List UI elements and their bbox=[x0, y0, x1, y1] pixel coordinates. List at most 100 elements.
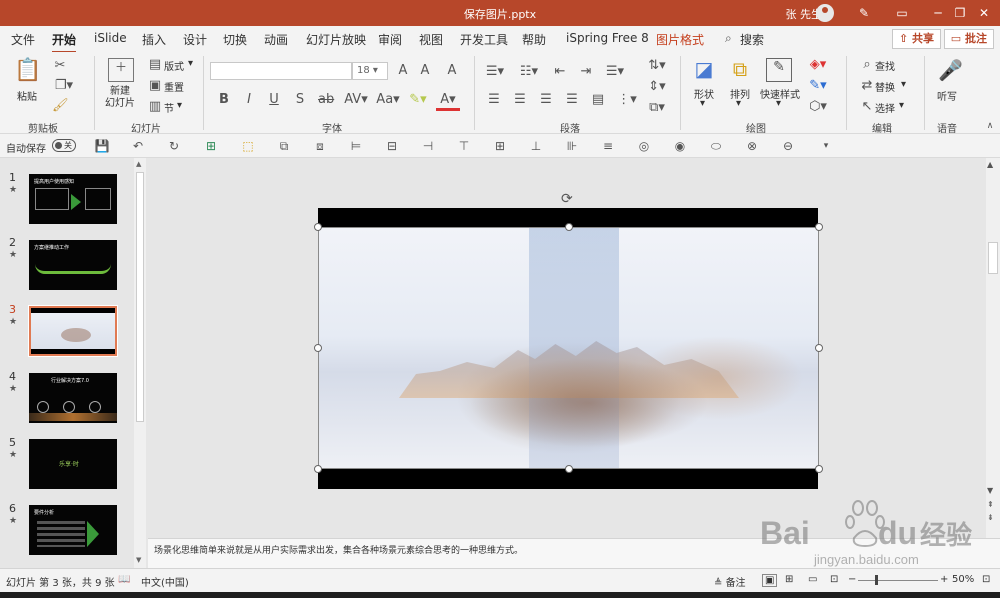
zoom-level[interactable]: 50% bbox=[952, 574, 974, 585]
new-slide-label[interactable]: 新建 幻灯片 bbox=[101, 86, 139, 110]
zoom-slider-thumb[interactable] bbox=[875, 575, 878, 585]
scroll-down-icon[interactable]: ▼ bbox=[987, 486, 993, 495]
columns-icon[interactable]: ⋮▾ bbox=[616, 92, 638, 108]
shadow-icon[interactable]: S bbox=[294, 92, 306, 108]
resize-handle-left[interactable] bbox=[314, 344, 322, 352]
merge-union-icon[interactable]: ◎ bbox=[636, 138, 652, 154]
tab-animations[interactable]: 动画 bbox=[264, 31, 288, 48]
tab-insert[interactable]: 插入 bbox=[142, 31, 166, 48]
tab-review[interactable]: 审阅 bbox=[378, 31, 402, 48]
align-right-objects-icon[interactable]: ⊣ bbox=[420, 138, 436, 154]
replace-dropdown-icon[interactable]: ▾ bbox=[901, 79, 906, 90]
distribute-horizontal-icon[interactable]: ⊪ bbox=[564, 138, 580, 154]
underline-icon[interactable]: U bbox=[268, 92, 280, 108]
tab-help[interactable]: 帮助 bbox=[522, 31, 546, 48]
quick-styles-dropdown-icon[interactable]: ▾ bbox=[776, 98, 781, 109]
justify-icon[interactable]: ☰ bbox=[564, 92, 580, 108]
align-top-icon[interactable]: ⊤ bbox=[456, 138, 472, 154]
reset-label[interactable]: 重置 bbox=[164, 79, 184, 94]
ruler-icon[interactable]: ⊞ bbox=[203, 138, 219, 154]
tab-design[interactable]: 设计 bbox=[183, 31, 207, 48]
slide-sorter-view-icon[interactable]: ⊞ bbox=[785, 574, 793, 585]
selected-picture[interactable] bbox=[318, 227, 819, 469]
shrink-font-icon[interactable]: A bbox=[418, 63, 432, 79]
undo-icon[interactable]: ↶ bbox=[130, 138, 146, 154]
autosave-toggle[interactable]: 关 bbox=[52, 139, 76, 152]
increase-indent-icon[interactable]: ⇥ bbox=[578, 64, 594, 80]
notes-toggle[interactable]: ≜ 备注 bbox=[714, 574, 746, 589]
resize-handle-top[interactable] bbox=[565, 223, 573, 231]
customize-qat-icon[interactable]: ▾ bbox=[818, 138, 834, 154]
tab-home[interactable]: 开始 bbox=[52, 31, 77, 53]
zoom-out-icon[interactable]: − bbox=[848, 574, 856, 585]
clear-formatting-icon[interactable]: A bbox=[445, 63, 459, 79]
align-text-icon[interactable]: ⇕▾ bbox=[646, 79, 668, 95]
find-label[interactable]: 查找 bbox=[875, 58, 895, 73]
avatar[interactable] bbox=[816, 4, 834, 22]
slide-thumbnail-4[interactable]: 行业解决方案7.0 bbox=[29, 373, 117, 423]
crop-icon[interactable]: ⬚ bbox=[240, 138, 256, 154]
section-dropdown-icon[interactable]: ▾ bbox=[177, 100, 182, 111]
smartart-icon[interactable]: ⧉▾ bbox=[646, 100, 668, 116]
paste-icon[interactable]: 📋 bbox=[14, 58, 42, 86]
tab-picture-format[interactable]: 图片格式 bbox=[656, 31, 704, 48]
shapes-icon[interactable]: ◪ bbox=[692, 58, 716, 82]
pen-icon[interactable]: ✎ bbox=[854, 4, 874, 22]
minimize-icon[interactable]: ─ bbox=[928, 4, 948, 22]
collapse-ribbon-icon[interactable]: ∧ bbox=[984, 118, 996, 134]
next-slide-icon[interactable]: ⇟ bbox=[987, 513, 994, 522]
fit-slide-icon[interactable]: ⊡ bbox=[982, 574, 990, 585]
section-icon[interactable]: ▥ bbox=[148, 99, 162, 115]
align-bottom-icon[interactable]: ⊥ bbox=[528, 138, 544, 154]
replace-icon[interactable]: ⇄ bbox=[860, 78, 874, 94]
merge-fragment-icon[interactable]: ⬭ bbox=[708, 138, 724, 154]
normal-view-icon[interactable]: ▣ bbox=[762, 574, 778, 587]
resize-handle-right[interactable] bbox=[815, 344, 823, 352]
slide-thumbnail-5[interactable]: 乐享·时 bbox=[29, 439, 117, 489]
ribbon-display-icon[interactable]: ▭ bbox=[892, 4, 912, 22]
slide-thumbnail-2[interactable]: 方案继推动工作 bbox=[29, 240, 117, 290]
quick-styles-icon[interactable]: ✎ bbox=[766, 58, 792, 82]
thumbnails-scrollbar[interactable]: ▲ ▼ bbox=[134, 158, 146, 568]
distribute-vertical-icon[interactable]: ≡ bbox=[600, 138, 616, 154]
arrange-icon[interactable]: ⧉ bbox=[728, 58, 752, 82]
select-label[interactable]: 选择 bbox=[875, 100, 895, 115]
section-label[interactable]: 节 bbox=[164, 100, 174, 115]
bold-icon[interactable]: B bbox=[218, 92, 230, 108]
tab-developer[interactable]: 开发工具 bbox=[460, 31, 508, 48]
select-dropdown-icon[interactable]: ▾ bbox=[899, 100, 904, 111]
reset-icon[interactable]: ▣ bbox=[148, 78, 162, 94]
slide-thumbnail-1[interactable]: 提高用户使用感知 bbox=[29, 174, 117, 224]
slide-thumbnail-3[interactable] bbox=[28, 305, 118, 357]
align-left-icon[interactable]: ☰ bbox=[486, 92, 502, 108]
format-painter-icon[interactable]: 🖌 bbox=[52, 98, 69, 114]
scrollbar-thumb[interactable] bbox=[136, 172, 144, 422]
zoom-slider[interactable] bbox=[858, 580, 938, 581]
distributed-icon[interactable]: ▤ bbox=[590, 92, 606, 108]
decrease-indent-icon[interactable]: ⇤ bbox=[552, 64, 568, 80]
group-icon[interactable]: ⧉ bbox=[276, 138, 292, 154]
dictate-label[interactable]: 听写 bbox=[937, 88, 957, 103]
merge-subtract-icon[interactable]: ⊖ bbox=[780, 138, 796, 154]
resize-handle-bottom[interactable] bbox=[565, 465, 573, 473]
tab-islide[interactable]: iSlide bbox=[94, 31, 127, 45]
resize-handle-bottom-right[interactable] bbox=[815, 465, 823, 473]
align-left-objects-icon[interactable]: ⊨ bbox=[348, 138, 364, 154]
align-right-icon[interactable]: ☰ bbox=[538, 92, 554, 108]
reading-view-icon[interactable]: ▭ bbox=[808, 574, 817, 585]
search-label[interactable]: 搜索 bbox=[740, 31, 764, 48]
notes-text[interactable]: 场景化思维简单来说就是从用户实际需求出发，集合各种场景元素综合思考的一种思维方式… bbox=[154, 543, 523, 556]
change-case-icon[interactable]: Aa▾ bbox=[376, 92, 400, 108]
tab-ispring[interactable]: iSpring Free 8 bbox=[566, 31, 649, 45]
microphone-icon[interactable]: 🎤 bbox=[938, 58, 963, 84]
find-icon[interactable]: ⌕ bbox=[860, 57, 874, 73]
replace-label[interactable]: 替换 bbox=[875, 79, 895, 94]
bullets-icon[interactable]: ☰▾ bbox=[484, 64, 506, 80]
slideshow-view-icon[interactable]: ⊡ bbox=[830, 574, 838, 585]
merge-intersect-icon[interactable]: ⊗ bbox=[744, 138, 760, 154]
save-icon[interactable]: 💾 bbox=[94, 138, 110, 154]
new-slide-icon[interactable]: ＋ bbox=[108, 58, 134, 82]
layout-dropdown-icon[interactable]: ▾ bbox=[188, 58, 193, 69]
tab-transitions[interactable]: 切换 bbox=[223, 31, 247, 48]
canvas-scrollbar-thumb[interactable] bbox=[988, 242, 998, 274]
